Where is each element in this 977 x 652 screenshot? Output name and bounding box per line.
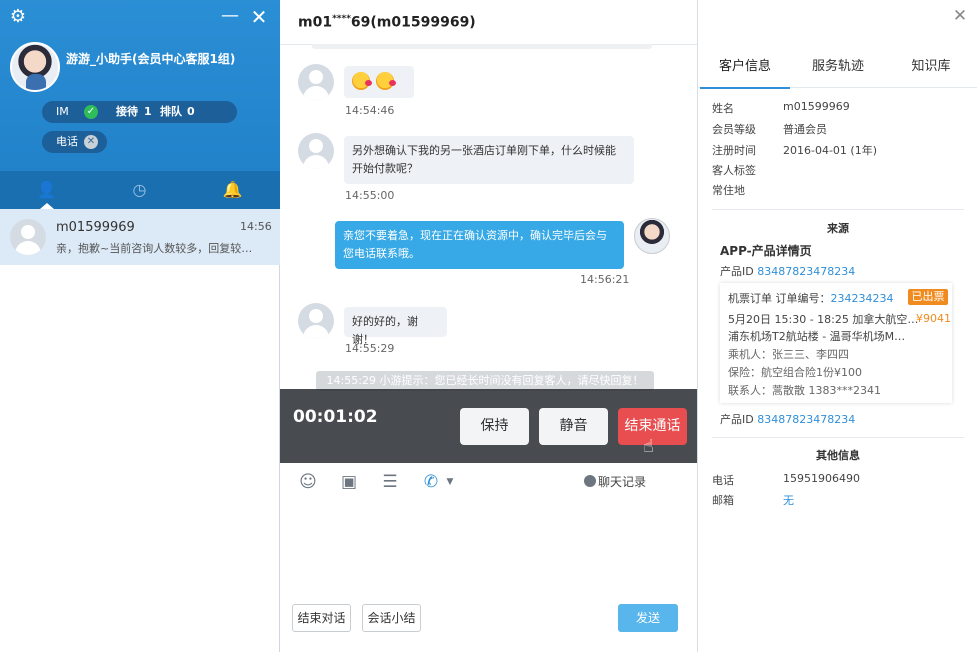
field-label: 常住地 — [712, 184, 745, 197]
phone-icon[interactable]: ✆ — [421, 472, 441, 492]
phone-label: 电话 — [712, 474, 734, 487]
message-bubble-agent: 亲您不要着急，现在正在确认资源中，确认完毕后会与您电话联系哦。 — [335, 221, 624, 269]
contacts-icon[interactable]: 👤 — [0, 171, 93, 209]
order-price: ¥9041 — [916, 312, 951, 325]
call-bar: 00:01:02 保持 静音 结束通话 — [280, 389, 697, 463]
agent-avatar — [10, 42, 60, 92]
agent-avatar — [634, 218, 670, 254]
chat-title: m01****69(m01599969) — [298, 14, 476, 31]
message-time: 14:55:00 — [345, 189, 395, 202]
phone-status-pill[interactable]: 电话 ✕ — [42, 131, 107, 153]
customer-avatar — [10, 219, 46, 255]
agent-header: ⚙ — ✕ 游游_小助手(会员中心客服1组) IM ✓ 接待 1 排队 0 电话… — [0, 0, 280, 209]
conversation-item[interactable]: m01599969 14:56 亲，抱歉~当前咨询人数较多，回复较… — [0, 209, 280, 265]
phone-label: 电话 — [56, 135, 78, 148]
info-tabs: 客户信息 服务轨迹 知识库 — [698, 46, 977, 89]
field-value: m01599969 — [783, 100, 850, 113]
phone-value: 15951906490 — [783, 472, 860, 485]
message-bubble: 好的好的，谢谢！ — [344, 307, 447, 346]
im-label: IM — [56, 105, 69, 118]
source-title: 来源 — [827, 222, 849, 235]
bell-icon[interactable]: 🔔 — [186, 171, 279, 209]
customer-info-panel: ✕ 客户信息 服务轨迹 知识库 姓名 m01599969 会员等级 普通会员 注… — [697, 0, 977, 652]
customer-avatar — [298, 64, 334, 100]
order-route: 浦东机场T2航站楼 - 温哥华机场M… — [728, 330, 906, 343]
field-value: 普通会员 — [783, 123, 827, 136]
order-number-link[interactable]: 234234234 — [831, 292, 894, 305]
scroll-hint — [312, 44, 652, 49]
system-note: 14:55:29 小游提示：您已经长时间没有回复客人，请尽快回复！ — [316, 371, 654, 391]
email-value: 无 — [783, 494, 794, 507]
product-id-row: 产品ID 83487823478234 — [720, 265, 856, 278]
customer-avatar — [298, 133, 334, 169]
tab-customer-info[interactable]: 客户信息 — [700, 46, 790, 89]
agent-panel: ⚙ — ✕ 游游_小助手(会员中心客服1组) IM ✓ 接待 1 排队 0 电话… — [0, 0, 280, 652]
message-bubble-emoji — [344, 66, 414, 98]
message-bubble: 另外想确认下我的另一张酒店订单刚下单，什么时候能开始付款呢？ — [344, 136, 634, 184]
product-title: APP-产品详情页 — [720, 244, 812, 258]
queue-label: 排队 — [160, 105, 182, 118]
divider — [712, 437, 964, 438]
conversation-preview: 亲，抱歉~当前咨询人数较多，回复较… — [56, 242, 253, 255]
emoji-icon[interactable]: ☺ — [298, 472, 318, 492]
mute-button[interactable]: 静音 — [539, 408, 608, 445]
email-label: 邮箱 — [712, 494, 734, 507]
status-badge: 已出票 — [908, 289, 948, 305]
minimize-icon[interactable]: — — [220, 6, 240, 26]
field-value: 2016-04-01 (1年) — [783, 144, 878, 157]
im-status-pill[interactable]: IM ✓ 接待 1 排队 0 — [42, 101, 237, 123]
hold-button[interactable]: 保持 — [460, 408, 529, 445]
product-id-link[interactable]: 83487823478234 — [757, 413, 855, 426]
tab-service-track[interactable]: 服务轨迹 — [793, 46, 883, 88]
send-button[interactable]: 发送 — [618, 604, 678, 632]
order-contact: 联系人：蒿散散 1383***2341 — [728, 384, 881, 397]
tab-knowledge-base[interactable]: 知识库 — [886, 46, 976, 88]
message-time: 14:55:29 — [345, 342, 395, 355]
hand-cursor-icon: ☝ — [643, 436, 654, 457]
input-toolbar: ☺ ▣ ☰ ✆ ▼ 聊天记录 — [280, 468, 697, 496]
field-label: 注册时间 — [712, 144, 756, 157]
document-icon[interactable]: ☰ — [380, 472, 400, 492]
call-duration: 00:01:02 — [293, 407, 378, 427]
end-dialog-button[interactable]: 结束对话 — [292, 604, 351, 632]
queue-count: 0 — [187, 105, 195, 118]
clock-icon[interactable]: ◷ — [93, 171, 186, 209]
gear-icon[interactable]: ⚙ — [8, 7, 28, 27]
kiss-emoji-icon — [352, 72, 372, 90]
image-icon[interactable]: ▣ — [339, 472, 359, 492]
conversation-time: 14:56 — [240, 220, 272, 233]
field-label: 姓名 — [712, 102, 734, 115]
chat-panel: m01****69(m01599969) 14:54:46 另外想确认下我的另一… — [280, 0, 697, 652]
field-label: 会员等级 — [712, 123, 756, 136]
close-icon[interactable]: ✕ — [950, 6, 970, 26]
close-icon[interactable]: ✕ — [248, 6, 270, 28]
chevron-down-icon[interactable]: ▼ — [440, 472, 460, 492]
other-info-title: 其他信息 — [816, 449, 860, 462]
conversation-name: m01599969 — [56, 220, 135, 235]
session-summary-button[interactable]: 会话小结 — [362, 604, 421, 632]
message-time: 14:54:46 — [345, 104, 395, 117]
chat-history-link[interactable]: 聊天记录 — [598, 473, 646, 490]
agent-name: 游游_小助手(会员中心客服1组) — [66, 52, 236, 66]
order-passengers: 乘机人：张三三、李四四 — [728, 348, 849, 361]
reception-count: 1 — [144, 105, 152, 118]
divider — [712, 209, 964, 210]
order-flight: 5月20日 15:30 - 18:25 加拿大航空… — [728, 313, 919, 326]
order-title: 机票订单 订单编号：234234234 — [728, 292, 894, 305]
field-label: 客人标签 — [712, 164, 756, 177]
product-id-link[interactable]: 83487823478234 — [757, 265, 855, 278]
left-tabs: 👤 ◷ 🔔 — [0, 171, 280, 209]
close-circle-icon: ✕ — [84, 135, 98, 149]
order-insurance: 保险：航空组合险1份¥100 — [728, 366, 862, 379]
product-id-row: 产品ID 83487823478234 — [720, 413, 856, 426]
message-time: 14:56:21 — [580, 273, 630, 286]
customer-avatar — [298, 303, 334, 339]
history-icon — [584, 475, 596, 487]
reception-label: 接待 — [116, 105, 138, 118]
check-icon: ✓ — [84, 105, 98, 119]
order-card[interactable]: 机票订单 订单编号：234234234 已出票 5月20日 15:30 - 18… — [720, 283, 952, 403]
kiss-emoji-icon — [376, 72, 396, 90]
